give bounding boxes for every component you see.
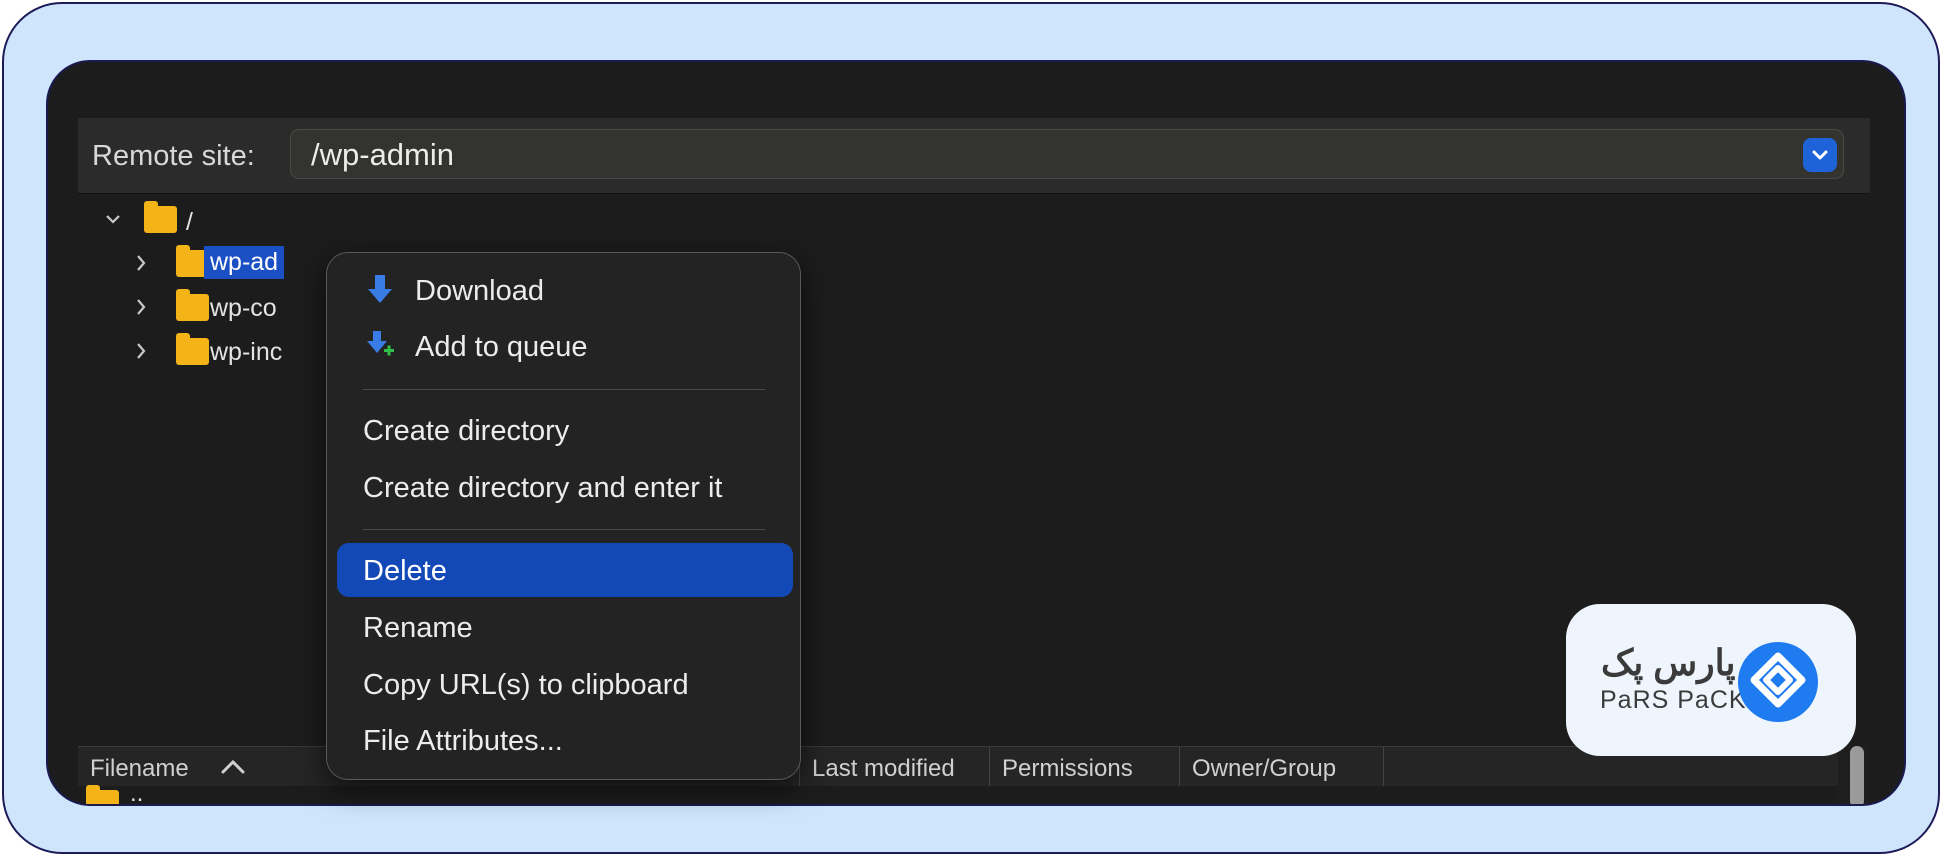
menu-separator <box>363 389 765 390</box>
brand-logo: پارس پک PaRS PaCK <box>1566 604 1856 756</box>
column-permissions[interactable]: Permissions <box>990 747 1180 787</box>
menu-separator <box>363 529 765 530</box>
chevron-right-icon[interactable] <box>134 297 148 317</box>
download-arrow-icon <box>368 275 392 303</box>
menu-item-label: Delete <box>363 555 447 587</box>
tree-row-root[interactable]: / <box>78 201 478 236</box>
remote-site-bar: Remote site: /wp-admin <box>78 118 1870 194</box>
context-menu: Download Add to queue Create directory C… <box>326 252 801 780</box>
file-row-parent[interactable]: .. <box>78 780 1838 804</box>
menu-item-label: Create directory and enter it <box>363 472 723 504</box>
tree-item-label[interactable]: wp-co <box>210 294 277 323</box>
vertical-scrollbar[interactable] <box>1850 746 1864 804</box>
menu-item-label: Rename <box>363 612 473 644</box>
column-owner-group-label: Owner/Group <box>1192 755 1337 782</box>
folder-icon <box>144 201 177 233</box>
menu-item-copy-url[interactable]: Copy URL(s) to clipboard <box>337 657 793 711</box>
menu-item-rename[interactable]: Rename <box>337 600 793 654</box>
column-last-modified[interactable]: Last modified <box>800 747 990 787</box>
remote-site-path: /wp-admin <box>311 137 454 172</box>
menu-item-file-attributes[interactable]: File Attributes... <box>337 713 793 767</box>
menu-item-create-directory-and-enter[interactable]: Create directory and enter it <box>337 460 793 514</box>
chevron-down-icon[interactable] <box>104 212 122 226</box>
menu-item-delete[interactable]: Delete <box>337 543 793 597</box>
tree-item-label[interactable]: wp-inc <box>210 338 282 367</box>
remote-site-label: Remote site: <box>92 140 255 172</box>
column-filename-label: Filename <box>90 755 189 782</box>
chevron-right-icon[interactable] <box>134 341 148 361</box>
folder-icon <box>176 289 209 321</box>
column-permissions-label: Permissions <box>1002 755 1133 782</box>
brand-name-en: PaRS PaCK <box>1600 686 1747 714</box>
brand-name-fa: پارس پک <box>1601 642 1736 683</box>
folder-icon <box>86 785 119 804</box>
column-owner-group[interactable]: Owner/Group <box>1180 747 1384 787</box>
menu-item-download[interactable]: Download <box>337 263 793 317</box>
column-last-modified-label: Last modified <box>812 755 955 782</box>
folder-icon <box>176 333 209 365</box>
menu-item-label: File Attributes... <box>363 725 563 757</box>
remote-site-dropdown-button[interactable] <box>1803 138 1837 172</box>
tree-item-label: / <box>186 208 193 236</box>
menu-item-label: Create directory <box>363 415 570 447</box>
remote-site-input[interactable]: /wp-admin <box>290 129 1844 179</box>
menu-item-label: Download <box>415 275 544 307</box>
chevron-down-icon <box>1812 150 1828 160</box>
menu-item-add-to-queue[interactable]: Add to queue <box>337 319 793 373</box>
menu-item-label: Add to queue <box>415 331 588 363</box>
brand-mark-icon <box>1738 642 1818 722</box>
sort-ascending-icon[interactable] <box>218 757 248 777</box>
file-row-name: .. <box>130 780 144 806</box>
add-to-queue-icon <box>367 331 394 356</box>
screenshot-frame: Remote site: /wp-admin / wp-ad wp-co wp-… <box>2 2 1940 854</box>
chevron-right-icon[interactable] <box>134 253 148 273</box>
tree-item-label-selected[interactable]: wp-ad <box>204 246 285 279</box>
menu-item-label: Copy URL(s) to clipboard <box>363 669 689 701</box>
menu-item-create-directory[interactable]: Create directory <box>337 403 793 457</box>
